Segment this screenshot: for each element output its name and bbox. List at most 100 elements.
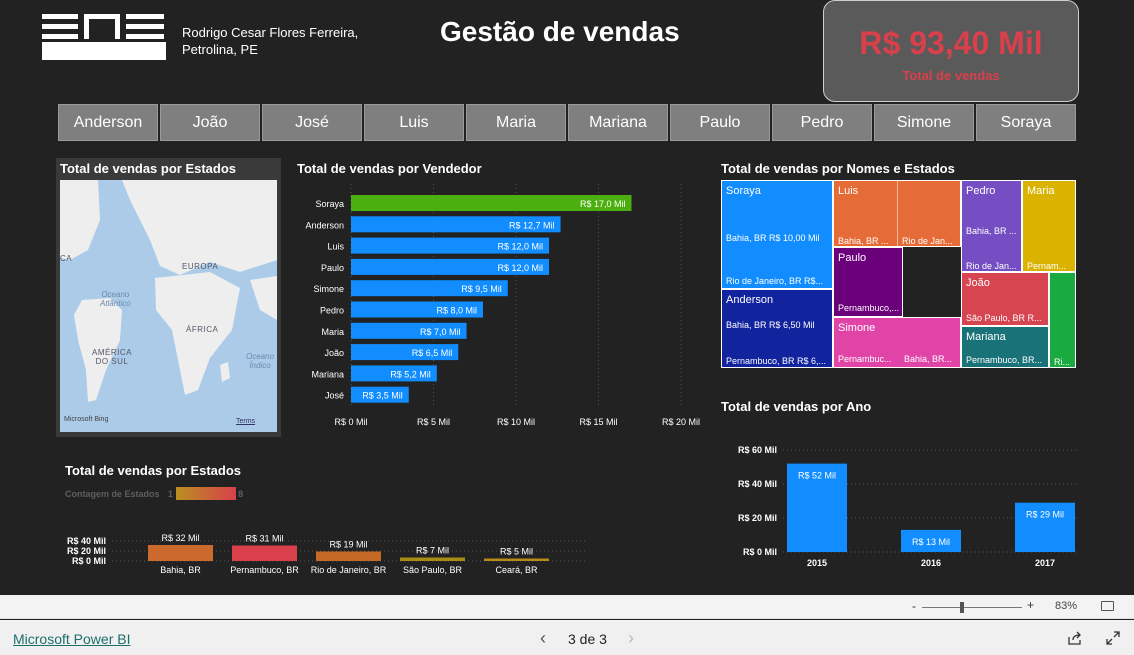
share-icon[interactable] [1067, 630, 1083, 646]
slicer-item-4[interactable]: Maria [466, 104, 566, 141]
category-label-2: Rio de Janeiro, BR [311, 565, 387, 575]
treemap-cell-3[interactable]: PauloPernambuco,...Ceará, BR... [833, 247, 903, 317]
slicer-item-7[interactable]: Pedro [772, 104, 872, 141]
zoom-in-button[interactable]: + [1027, 598, 1034, 612]
treemap-title: Total de vendas por Nomes e Estados [721, 161, 955, 176]
author-name: Rodrigo Cesar Flores Ferreira, [182, 25, 359, 40]
map-label-atlantic: Oceano Atlântico [100, 290, 131, 308]
map-title: Total de vendas por Estados [60, 161, 237, 176]
slicer-item-0[interactable]: Anderson [58, 104, 158, 141]
data-label-0: R$ 52 Mil [798, 471, 836, 481]
category-label-3: São Paulo, BR [403, 565, 463, 575]
fit-page-icon[interactable] [1101, 601, 1114, 611]
treemap-cell-9[interactable]: Ri... [1049, 272, 1076, 368]
vendedor-bar-chart: R$ 0 Mil R$ 5 Mil R$ 10 Mil R$ 15 Mil R$ 20 … [305, 184, 700, 427]
treemap-cell-0[interactable]: Soraya Bahia, BR R$ 10,00 Mil Rio de Janei… [721, 180, 833, 289]
data-label-0: R$ 17,0 Mil [580, 199, 626, 209]
treemap-cell-1[interactable]: Anderson Bahia, BR R$ 6,50 Mil Pernambuco,… [721, 289, 833, 368]
category-label-0: Soraya [315, 199, 344, 209]
slicer-item-9[interactable]: Soraya [976, 104, 1076, 141]
treemap-cell-name: João [966, 277, 990, 289]
category-label-4: Simone [313, 284, 344, 294]
treemap-cell-5[interactable]: Pedro Bahia, BR ... Rio de Jan... [961, 180, 1022, 272]
data-label-1: R$ 31 Mil [245, 534, 283, 544]
bing-logo: Microsoft Bing [64, 416, 109, 423]
category-label-1: Pernambuco, BR [230, 565, 299, 575]
x-tick-0: R$ 0 Mil [334, 417, 367, 427]
slicer-item-2[interactable]: José [262, 104, 362, 141]
data-label-6: R$ 7,0 Mil [420, 327, 461, 337]
data-label-8: R$ 5,2 Mil [390, 369, 431, 379]
data-label-3: R$ 12,0 Mil [497, 263, 543, 273]
seller-slicer: Anderson João José Luis Maria Mariana Paulo Ped… [58, 104, 1076, 141]
data-label-4: R$ 9,5 Mil [461, 284, 502, 294]
next-page-icon[interactable]: › [628, 628, 634, 649]
treemap-cell-4[interactable]: Simone Pernambuc... Bahia, BR... [833, 317, 961, 368]
slicer-item-3[interactable]: Luis [364, 104, 464, 141]
zoom-slider-thumb[interactable] [960, 602, 964, 613]
treemap-cell-label: Pernambuco, BR R$ 6,... [726, 356, 827, 366]
zoom-level: 83% [1055, 600, 1078, 612]
treemap-cell-label: Pernambuco, BR... [966, 355, 1043, 365]
category-label-9: José [325, 391, 344, 401]
data-label-0: R$ 32 Mil [161, 533, 199, 543]
zoom-slider-track[interactable] [922, 607, 1022, 608]
treemap-divider [897, 180, 898, 247]
treemap-cell-label: Pernambuc... [838, 354, 892, 364]
data-label-9: R$ 3,5 Mil [362, 391, 403, 401]
y-tick-3: R$ 60 Mil [738, 445, 777, 455]
y-tick-2: R$ 40 Mil [67, 536, 106, 546]
x-tick-4: R$ 20 Mil [662, 417, 700, 427]
data-label-5: R$ 8,0 Mil [436, 306, 477, 316]
x-tick-3: R$ 15 Mil [579, 417, 617, 427]
treemap-cell-name: Paulo [838, 252, 867, 264]
legend-max: 8 [238, 489, 244, 499]
vendedor-chart-title: Total de vendas por Vendedor [297, 161, 482, 176]
y-tick-1: R$ 20 Mil [67, 546, 106, 556]
treemap-cell-name: Soraya [726, 185, 761, 197]
data-label-3: R$ 7 Mil [416, 546, 449, 556]
nav-bar [0, 620, 1134, 655]
treemap-cell-label: Bahia, BR ... [838, 236, 889, 246]
data-label-4: R$ 5 Mil [500, 547, 533, 557]
treemap-cell-label: Rio de Jan... [902, 236, 953, 246]
data-label-1: R$ 12,7 Mil [509, 220, 555, 230]
category-label-1: Anderson [305, 220, 344, 230]
prev-page-icon[interactable]: ‹ [540, 628, 546, 649]
author-info: Rodrigo Cesar Flores Ferreira, Petrolina… [182, 24, 358, 58]
treemap-cell-8[interactable]: Mariana Pernambuco, BR... [961, 326, 1049, 368]
treemap-cell-7[interactable]: João São Paulo, BR R... [961, 272, 1049, 326]
slicer-item-6[interactable]: Paulo [670, 104, 770, 141]
treemap-cell-label: Ri... [1054, 357, 1071, 367]
treemap-chart: Soraya Bahia, BR R$ 10,00 Mil Rio de Janei… [721, 180, 1076, 368]
bar-4[interactable] [484, 558, 549, 562]
zoom-out-button[interactable]: - [912, 599, 916, 613]
ano-chart-title: Total de vendas por Ano [721, 399, 872, 414]
slicer-item-8[interactable]: Simone [874, 104, 974, 141]
treemap-cell-label: Bahia, BR ... [966, 226, 1017, 236]
bar-1[interactable] [232, 545, 297, 562]
ano-column-chart: R$ 0 Mil R$ 20 Mil R$ 40 Mil R$ 60 Mil R$ 52… [738, 445, 1077, 568]
map-label-ca: CA [60, 254, 73, 263]
category-label-4: Ceará, BR [495, 565, 538, 575]
x-tick-1: R$ 5 Mil [417, 417, 450, 427]
bar-0[interactable] [148, 545, 213, 561]
treemap-cell-label: Bahia, BR... [904, 354, 953, 364]
treemap-cell-name: Mariana [966, 331, 1006, 343]
power-bi-link[interactable]: Microsoft Power BI [13, 631, 130, 647]
bar-2[interactable] [316, 551, 381, 562]
slicer-item-5[interactable]: Mariana [568, 104, 668, 141]
slicer-item-1[interactable]: João [160, 104, 260, 141]
map-canvas[interactable]: CA EUROPA Oceano Atlântico ÁFRICA AMÉRICA… [60, 180, 277, 432]
category-label-1: 2016 [921, 558, 941, 568]
kpi-value: R$ 93,40 Mil [859, 25, 1043, 61]
treemap-cell-6[interactable]: Maria Pernam... [1022, 180, 1076, 272]
treemap-cell-label: Pernambuco,... [838, 303, 900, 313]
treemap-cell-name: Pedro [966, 185, 996, 197]
terms-link[interactable]: Terms [236, 418, 255, 425]
legend-min: 1 [168, 489, 174, 499]
category-label-0: Bahia, BR [160, 565, 201, 575]
bar-3[interactable] [400, 557, 465, 562]
fullscreen-icon[interactable] [1106, 631, 1120, 645]
category-label-2: 2017 [1035, 558, 1055, 568]
